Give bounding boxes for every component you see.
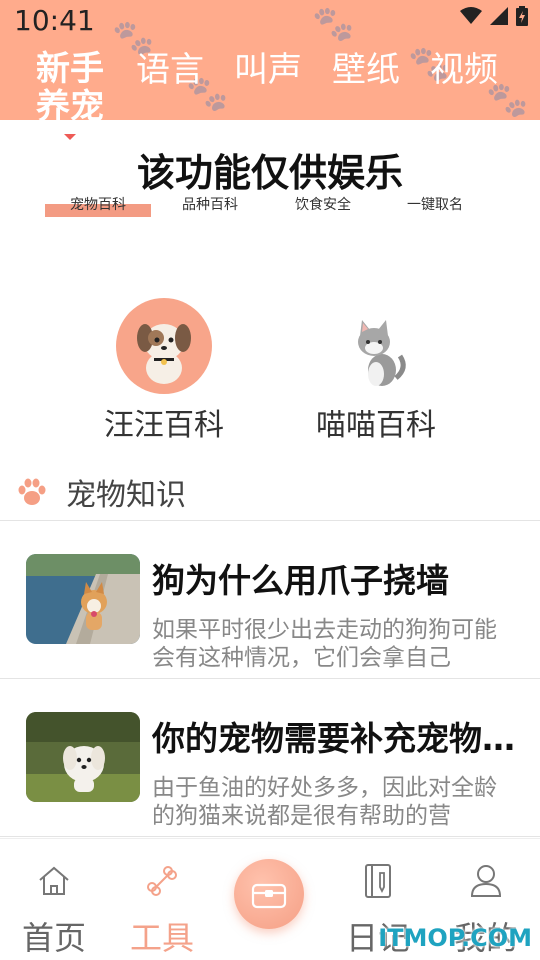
- entertainment-notice: 该功能仅供娱乐: [136, 151, 403, 195]
- wifi-icon: [460, 7, 482, 24]
- treasure-chest-icon: [251, 883, 287, 909]
- subtab-diet-safety[interactable]: 饮食安全: [268, 194, 378, 214]
- article-thumbnail: [26, 554, 140, 644]
- dog-icon: [116, 298, 212, 394]
- cat-wiki-label: 喵喵百科: [316, 408, 436, 443]
- article-description: 如果平时很少出去走动的狗狗可能会有这种情况，它们会拿自己: [152, 617, 497, 671]
- nav-tools[interactable]: 工具: [112, 861, 212, 959]
- article-title: 你的宠物需要补充宠物…: [152, 719, 515, 758]
- nav-tools-label: 工具: [129, 919, 194, 957]
- article-item[interactable]: 你的宠物需要补充宠物… 由于鱼油的好处多多，因此对全龄的狗猫来说都是很有帮助的营: [0, 678, 540, 836]
- header: 🐾 🐾 🐾 🐾 🐾 10:41 新手养宠 语言 叫声 壁纸 视频: [0, 0, 540, 120]
- profile-icon: [436, 861, 536, 901]
- status-bar: 10:41: [0, 0, 540, 42]
- signal-icon: [490, 7, 508, 25]
- subtab-pet-wiki[interactable]: 宠物百科: [43, 194, 153, 214]
- tab-newbie-pet[interactable]: 新手养宠: [36, 50, 106, 120]
- paw-icon: [18, 478, 46, 505]
- nav-home-label: 首页: [21, 919, 86, 957]
- subtab-one-click-name[interactable]: 一键取名: [380, 194, 490, 214]
- subtab-breed-wiki[interactable]: 品种百科: [155, 194, 265, 214]
- cat-wiki-entry[interactable]: 喵喵百科: [276, 298, 476, 444]
- active-tab-caret-icon: [64, 134, 76, 140]
- status-icons: [460, 6, 528, 26]
- app-screen: 🐾 🐾 🐾 🐾 🐾 10:41 新手养宠 语言 叫声 壁纸 视频 该功能仅供娱乐…: [0, 0, 540, 960]
- status-time: 10:41: [14, 4, 95, 37]
- tab-video[interactable]: 视频: [430, 50, 498, 120]
- dog-wiki-entry[interactable]: 汪汪百科: [64, 298, 264, 444]
- pet-knowledge-header: 宠物知识: [16, 470, 186, 514]
- pet-knowledge-title: 宠物知识: [66, 478, 186, 513]
- tab-sound[interactable]: 叫声: [234, 50, 302, 120]
- main-content: 该功能仅供娱乐 宠物百科 品种百科 饮食安全 一键取名 汪汪百科 喵喵百科 宠物…: [0, 120, 540, 838]
- divider: [0, 836, 540, 837]
- home-icon: [4, 861, 104, 901]
- tab-wallpaper[interactable]: 壁纸: [332, 50, 400, 120]
- article-thumbnail: [26, 712, 140, 802]
- article-description: 由于鱼油的好处多多，因此对全龄的狗猫来说都是很有帮助的营: [152, 775, 497, 829]
- sub-tabs: 宠物百科 品种百科 饮食安全 一键取名: [0, 194, 540, 224]
- site-watermark: ITMOP.COM: [378, 924, 532, 952]
- bone-icon: [112, 861, 212, 901]
- dog-wiki-label: 汪汪百科: [104, 408, 224, 443]
- cat-icon: [328, 298, 424, 394]
- article-item[interactable]: 狗为什么用爪子挠墙 如果平时很少出去走动的狗狗可能会有这种情况，它们会拿自己: [0, 520, 540, 678]
- category-tabs: 新手养宠 语言 叫声 壁纸 视频: [36, 50, 498, 120]
- tab-language[interactable]: 语言: [136, 50, 204, 120]
- nav-home[interactable]: 首页: [4, 861, 104, 959]
- diary-icon: [328, 861, 428, 901]
- center-action-button[interactable]: [234, 859, 304, 929]
- article-title: 狗为什么用爪子挠墙: [152, 561, 449, 600]
- bottom-nav: 首页 工具 日记 我的 ITMOP.COM: [0, 838, 540, 960]
- battery-icon: [516, 6, 528, 26]
